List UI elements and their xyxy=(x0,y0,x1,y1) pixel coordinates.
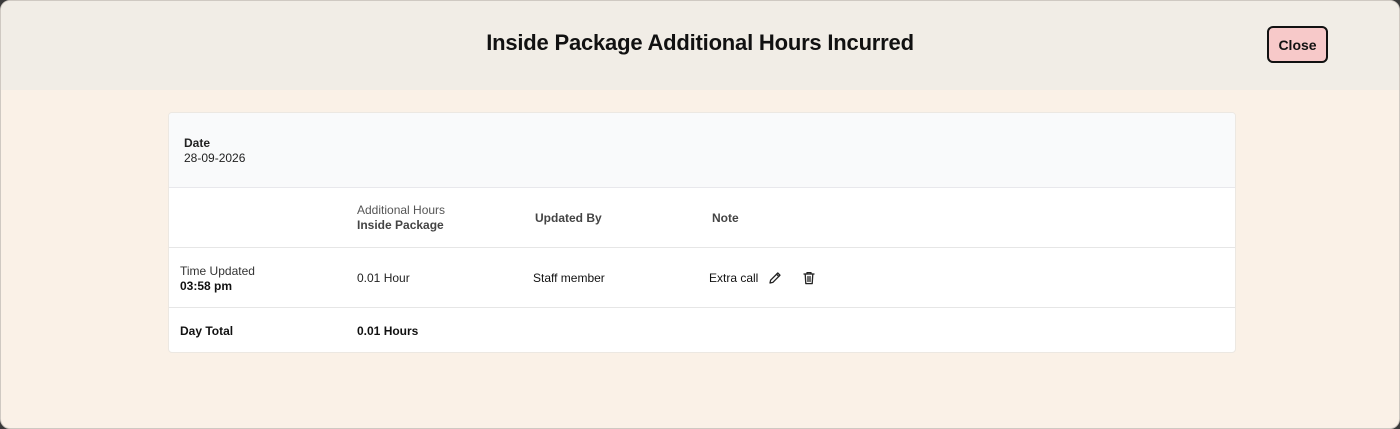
modal-dialog: Inside Package Additional Hours Incurred… xyxy=(0,0,1400,429)
trash-icon[interactable] xyxy=(801,270,817,286)
note-value: Extra call xyxy=(709,271,759,285)
header-inside-package: Inside Package xyxy=(357,218,444,232)
header-note: Note xyxy=(712,211,739,225)
modal-header: Inside Package Additional Hours Incurred… xyxy=(1,1,1399,90)
table-row: Time Updated 03:58 pm 0.01 Hour Staff me… xyxy=(169,248,1235,308)
hours-card: Date 28-09-2026 Additional Hours Inside … xyxy=(168,112,1236,353)
day-total-value: 0.01 Hours xyxy=(357,324,419,338)
time-updated-label: Time Updated xyxy=(180,264,255,278)
pencil-icon[interactable] xyxy=(767,270,783,286)
date-section: Date 28-09-2026 xyxy=(169,113,1235,188)
day-total-row: Day Total 0.01 Hours xyxy=(169,308,1235,352)
close-button[interactable]: Close xyxy=(1267,26,1328,63)
hours-value: 0.01 Hour xyxy=(357,271,410,285)
time-updated-value: 03:58 pm xyxy=(180,279,233,293)
header-updated-by: Updated By xyxy=(535,211,602,225)
updated-by-value: Staff member xyxy=(533,271,605,285)
date-label: Date xyxy=(184,136,211,150)
modal-title: Inside Package Additional Hours Incurred xyxy=(486,30,914,55)
table-header: Additional Hours Inside Package Updated … xyxy=(169,188,1235,248)
date-value: 28-09-2026 xyxy=(184,151,246,165)
day-total-label: Day Total xyxy=(180,324,234,338)
header-additional-hours: Additional Hours xyxy=(357,203,446,217)
